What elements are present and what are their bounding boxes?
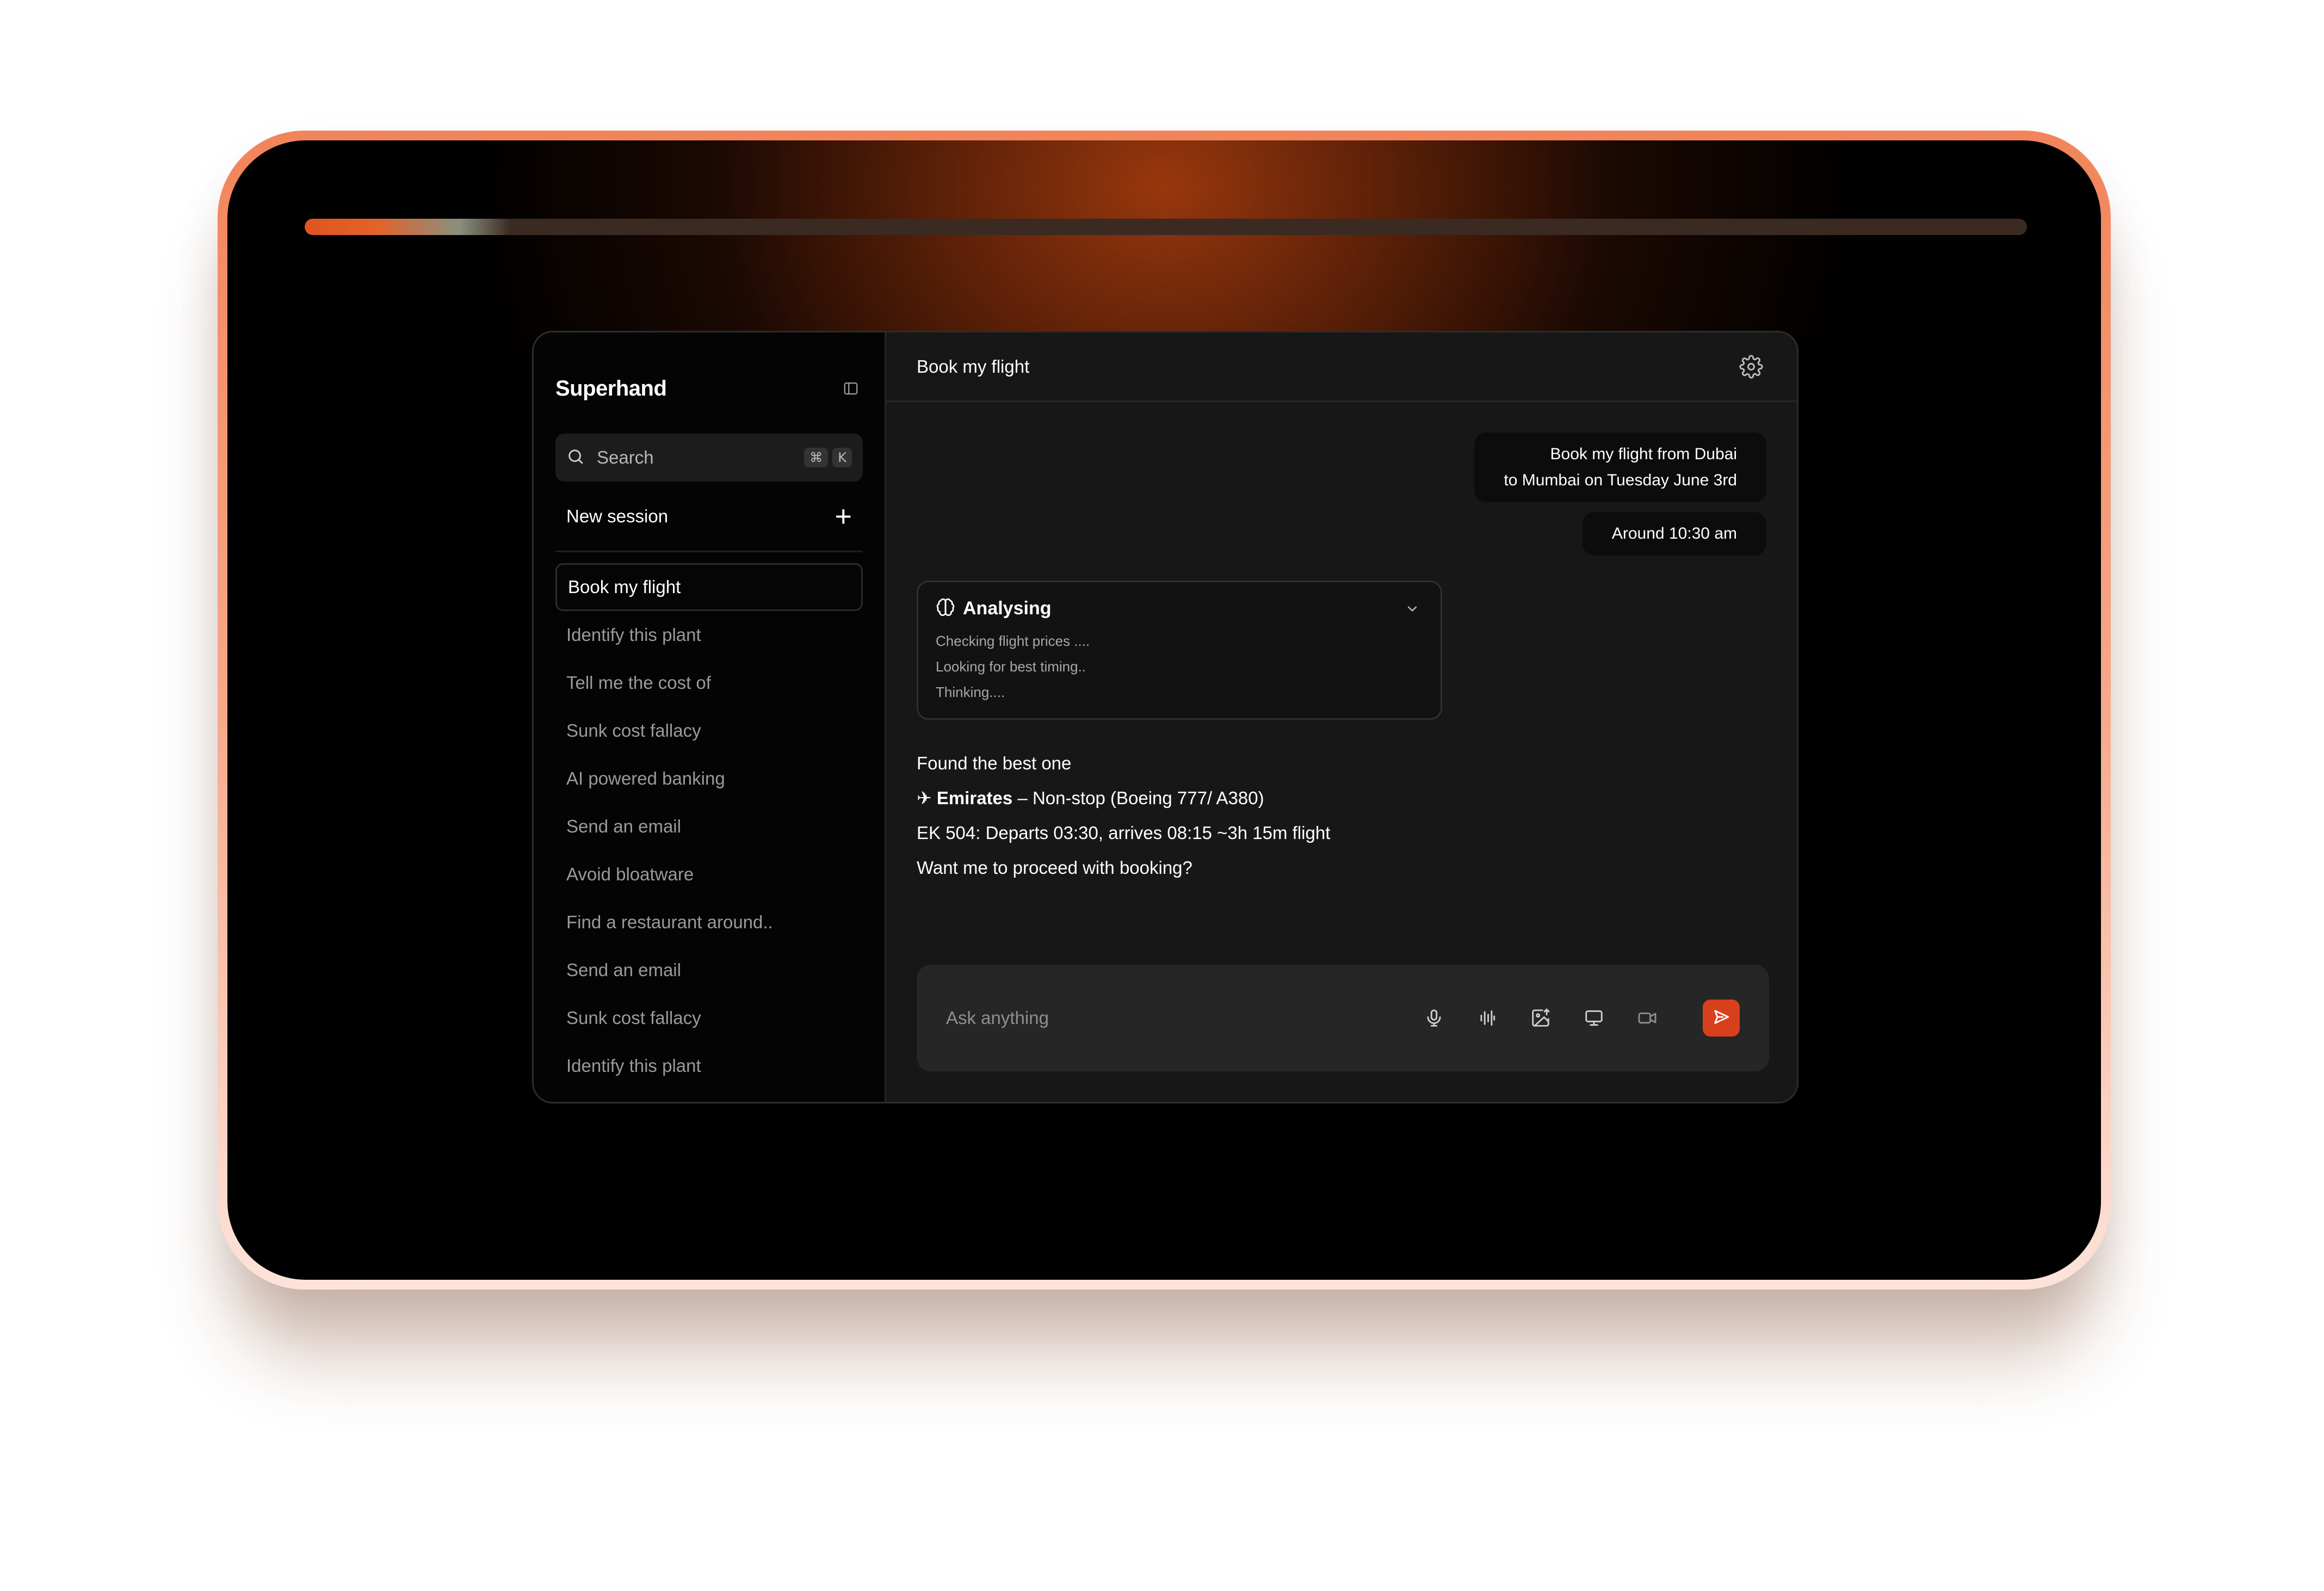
response-line: Found the best one	[917, 753, 1072, 773]
send-icon	[1712, 1008, 1730, 1029]
user-message-line: Book my flight from Dubai	[1550, 445, 1737, 463]
send-button[interactable]	[1703, 1000, 1740, 1037]
sidebar-item-session[interactable]: Identify this plant	[555, 1042, 863, 1090]
brain-icon	[936, 597, 955, 620]
new-session-row[interactable]: New session +	[555, 482, 863, 552]
user-message: Around 10:30 am	[1582, 512, 1766, 556]
analysing-steps: Checking flight prices .... Looking for …	[936, 628, 1423, 705]
sidebar-header: Superhand	[555, 332, 863, 434]
screen-share-icon[interactable]	[1581, 1005, 1607, 1031]
analysing-step: Looking for best timing..	[936, 658, 1086, 675]
chevron-down-icon[interactable]	[1401, 598, 1423, 620]
chat-panel: Book my flight Book my flight from Dubai…	[886, 332, 1797, 1102]
app-window: Superhand Search ⌘ K New session + Book …	[532, 331, 1798, 1103]
sidebar: Superhand Search ⌘ K New session + Book …	[534, 332, 886, 1102]
analysing-header[interactable]: Analysing	[936, 597, 1423, 620]
sidebar-item-session[interactable]: Tell me the cost of	[555, 1090, 863, 1102]
search-label: Search	[597, 447, 654, 467]
user-message-line: to Mumbai on Tuesday June 3rd	[1504, 471, 1737, 489]
user-message: Book my flight from Dubai to Mumbai on T…	[1474, 433, 1766, 502]
device-screen: Superhand Search ⌘ K New session + Book …	[227, 140, 2101, 1280]
sidebar-item-session[interactable]: Sunk cost fallacy	[555, 707, 863, 755]
progress-bar	[305, 219, 2027, 235]
ask-input[interactable]	[946, 1008, 1421, 1028]
sidebar-item-session[interactable]: Identify this plant	[555, 611, 863, 659]
gear-icon[interactable]	[1736, 351, 1766, 382]
user-message-bubble: Book my flight from Dubai to Mumbai on T…	[1474, 433, 1766, 502]
new-session-label: New session	[566, 505, 669, 526]
plus-icon[interactable]: +	[835, 502, 852, 531]
analysing-title: Analysing	[963, 598, 1052, 619]
sidebar-item-session[interactable]: Find a restaurant around..	[555, 898, 863, 946]
assistant-response: Found the best one ✈ Emirates – Non-stop…	[917, 746, 1330, 885]
search-icon	[566, 447, 585, 468]
airline-detail: – Non-stop (Boeing 777/ A380)	[1012, 788, 1264, 808]
waveform-icon[interactable]	[1474, 1005, 1500, 1031]
chat-header: Book my flight	[886, 332, 1797, 402]
search-box[interactable]: Search ⌘ K	[555, 434, 863, 482]
shortcut-key-k: K	[832, 448, 852, 467]
sidebar-item-session[interactable]: Sunk cost fallacy	[555, 994, 863, 1042]
analysing-card: Analysing Checking flight prices .... Lo…	[917, 581, 1442, 720]
chat-title: Book my flight	[917, 356, 1030, 377]
sidebar-item-session[interactable]: Send an email	[555, 803, 863, 850]
sidebar-toggle-icon[interactable]	[839, 377, 863, 400]
shortcut-key-cmd: ⌘	[804, 448, 829, 467]
sidebar-item-session[interactable]: Tell me the cost of	[555, 659, 863, 707]
sidebar-item-session[interactable]: Avoid bloatware	[555, 850, 863, 898]
analysing-step: Thinking....	[936, 684, 1005, 700]
microphone-icon[interactable]	[1421, 1005, 1447, 1031]
app-brand: Superhand	[555, 376, 667, 400]
airplane-icon: ✈	[917, 788, 932, 808]
analysing-step: Checking flight prices ....	[936, 633, 1090, 649]
progress-fill	[305, 219, 511, 235]
video-icon[interactable]	[1634, 1005, 1660, 1031]
image-upload-icon[interactable]	[1528, 1005, 1554, 1031]
airline-name: Emirates	[936, 788, 1013, 808]
sidebar-item-session[interactable]: AI powered banking	[555, 755, 863, 803]
user-message-line: Around 10:30 am	[1611, 525, 1737, 542]
response-line: EK 504: Departs 03:30, arrives 08:15 ~3h…	[917, 823, 1331, 843]
sidebar-item-session[interactable]: Send an email	[555, 946, 863, 994]
user-message-bubble: Around 10:30 am	[1582, 512, 1766, 556]
composer	[917, 965, 1769, 1071]
response-airline-line: ✈ Emirates – Non-stop (Boeing 777/ A380)	[917, 781, 1330, 816]
device-frame: Superhand Search ⌘ K New session + Book …	[218, 131, 2111, 1290]
sidebar-item-session[interactable]: Book my flight	[555, 563, 863, 611]
search-shortcut: ⌘ K	[804, 448, 852, 467]
session-list: Book my flight Identify this plant Tell me…	[555, 552, 863, 1102]
composer-tools	[1421, 1000, 1740, 1037]
response-line: Want me to proceed with booking?	[917, 858, 1192, 878]
